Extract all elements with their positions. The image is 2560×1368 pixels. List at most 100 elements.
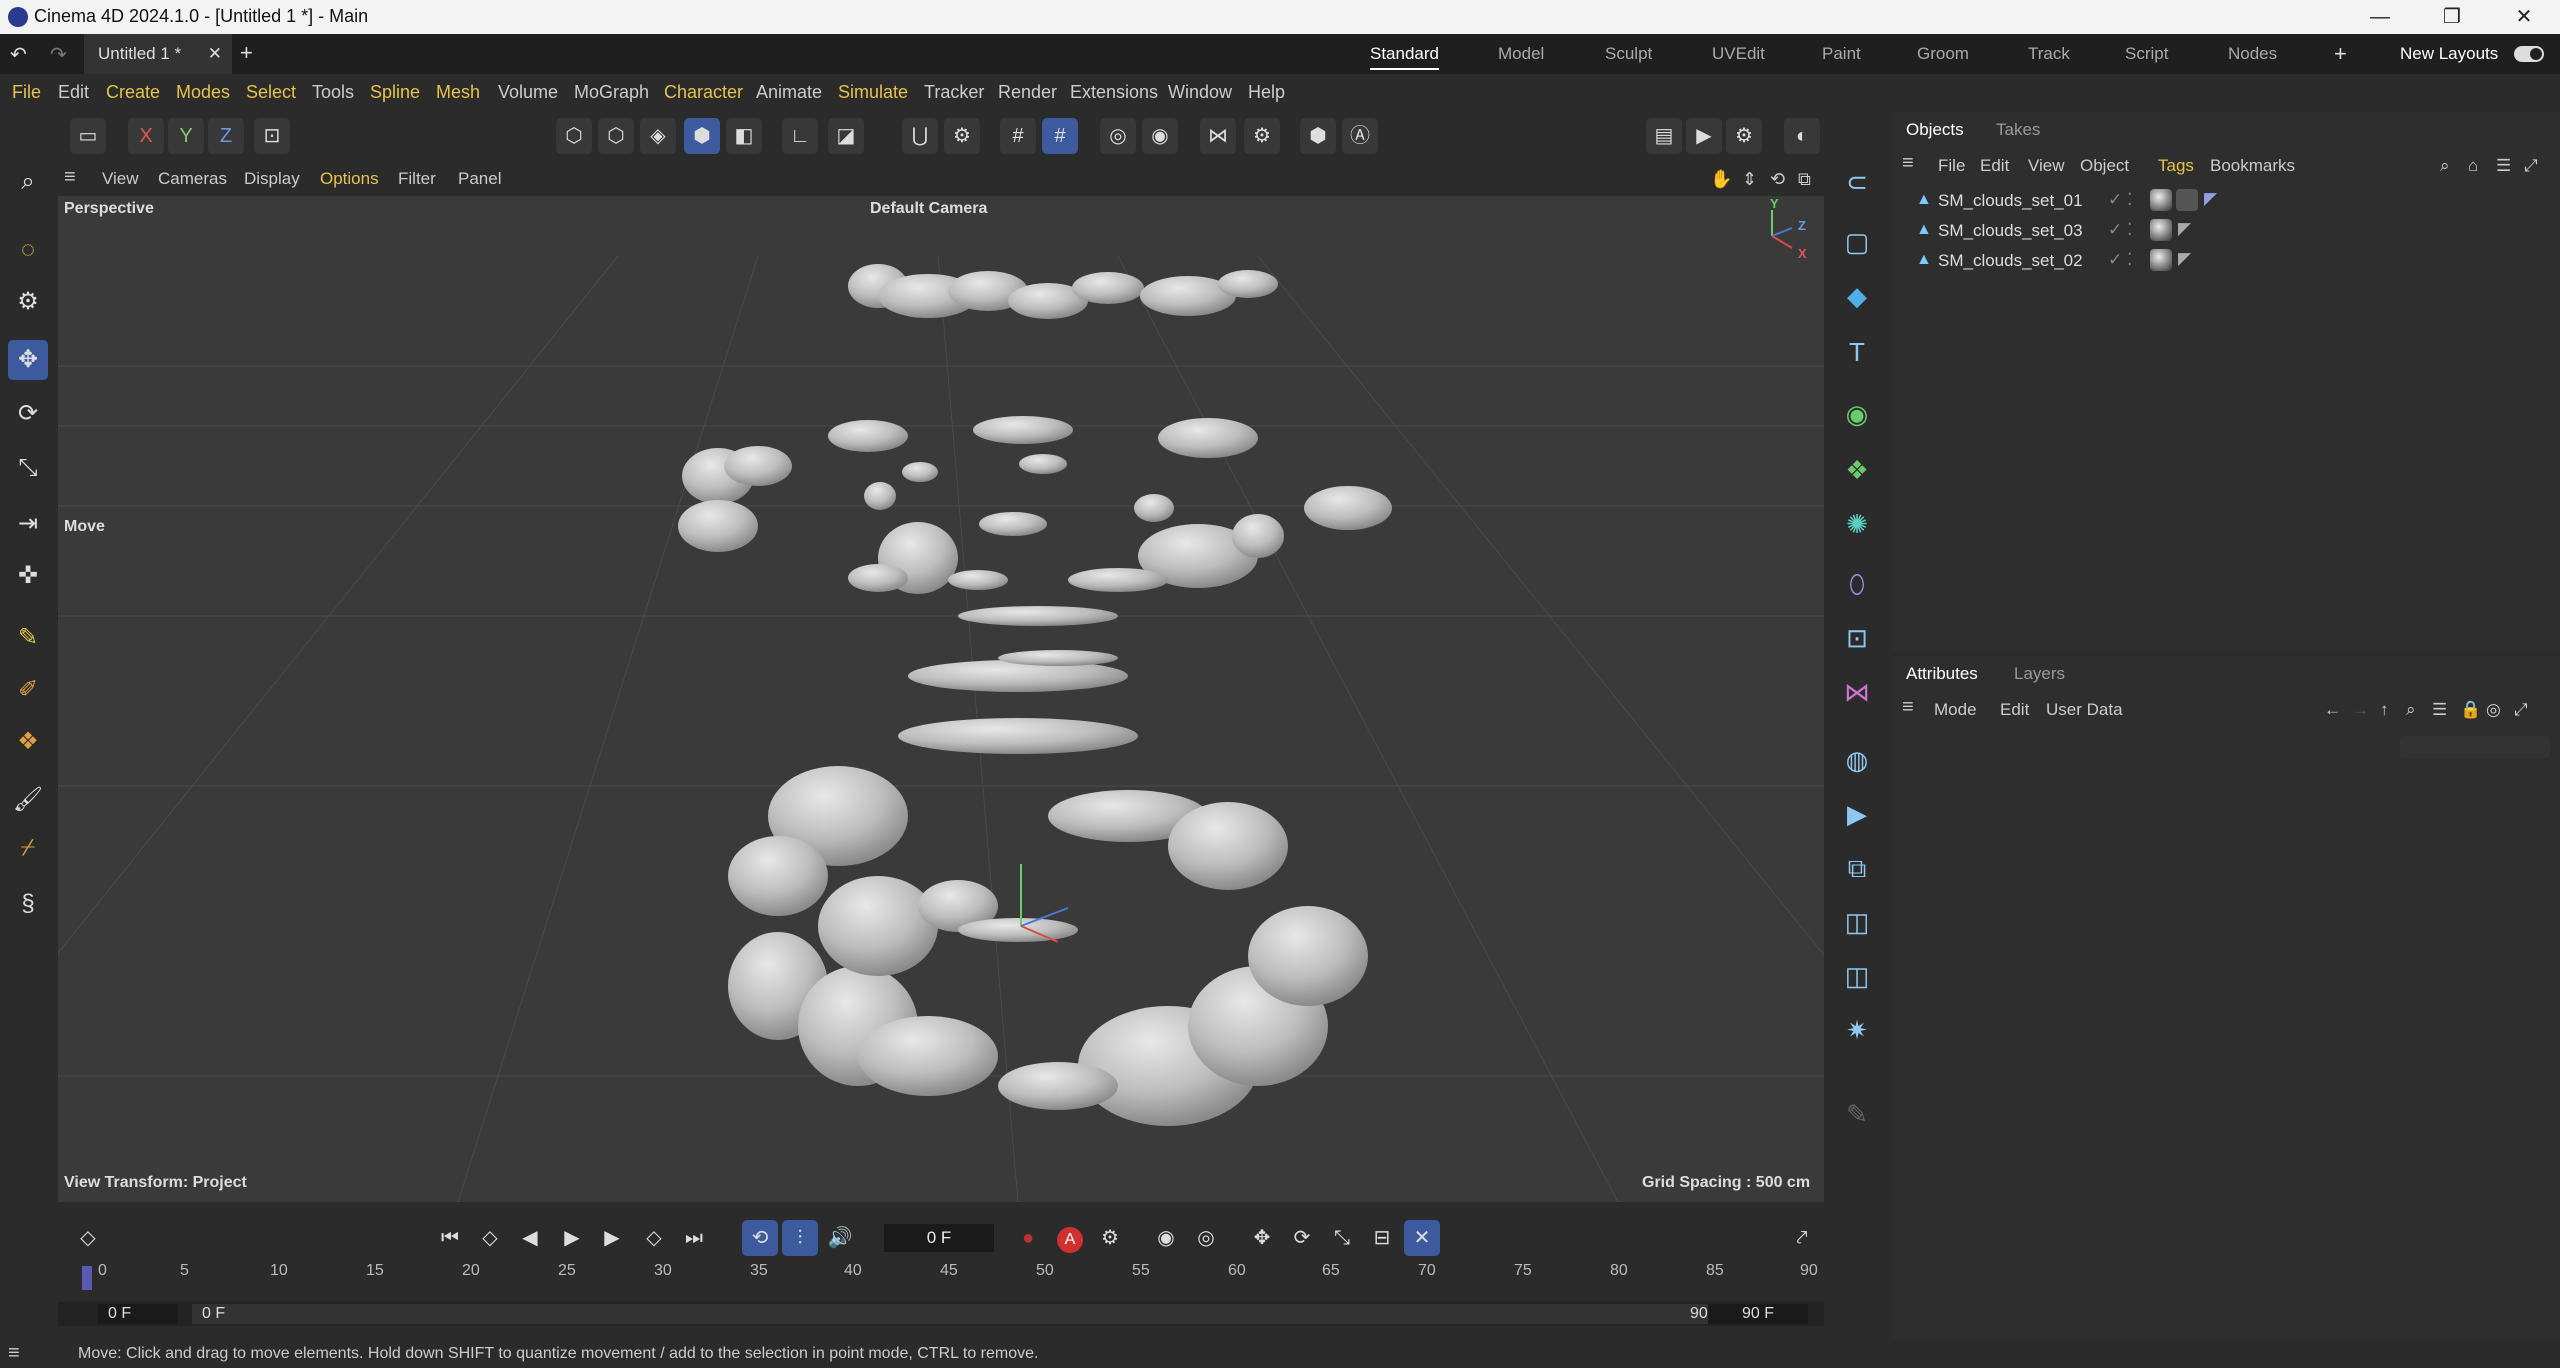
current-frame-field[interactable]: 0 F [884,1224,994,1252]
objects-menu-edit[interactable]: Edit [1980,156,2009,176]
transfer-tool-icon[interactable]: ⇥ [8,504,48,544]
subdivision-surface-icon[interactable]: ◉ [1837,394,1877,434]
spline-pen-create-icon[interactable]: ⊂ [1837,162,1877,202]
object-manager-icon[interactable]: ▭ [70,118,106,154]
layout-uvedit[interactable]: UVEdit [1712,34,1765,74]
keyframe-selection-icon[interactable]: ◉ [1148,1220,1184,1256]
points-mode-icon[interactable]: ⬡ [556,118,592,154]
new-layouts-toggle[interactable] [2514,46,2544,62]
objects-menu-file[interactable]: File [1938,156,1965,176]
close-window-button[interactable]: ✕ [2488,0,2560,34]
object-name[interactable]: SM_clouds_set_02 [1938,251,2083,271]
status-hamburger-icon[interactable]: ≡ [8,1342,20,1365]
layout-track[interactable]: Track [2028,34,2070,74]
end-frame-field[interactable]: 90 F [1708,1304,1808,1324]
object-row[interactable]: ▲ SM_clouds_set_01 ✓ ⁚ ◤ [1908,186,2548,216]
menu-extensions[interactable]: Extensions [1070,82,1158,103]
minimize-button[interactable]: — [2344,0,2416,34]
attributes-menu-mode[interactable]: Mode [1934,700,1977,720]
start-frame-field[interactable]: 0 F [98,1304,178,1324]
sculpt-tool-icon[interactable]: § [8,884,48,924]
visibility-dots-icon[interactable]: ✓ ⁚ [2108,220,2132,240]
selection-tag-icon[interactable]: ◤ [2204,189,2217,209]
field-icon[interactable]: ✺ [1837,504,1877,544]
object-row[interactable]: ▲ SM_clouds_set_03 ✓ ⁚ ◤ [1908,216,2548,246]
pla-icon[interactable]: ◎ [1188,1220,1224,1256]
previous-frame-icon[interactable]: ◀ [512,1220,548,1256]
add-layout-button[interactable]: + [2334,34,2347,74]
material-tag-icon[interactable] [2150,219,2172,241]
snap-icon[interactable]: ⋃ [902,118,938,154]
close-tab-icon[interactable]: ✕ [208,34,222,74]
viewport-hamburger-icon[interactable]: ≡ [64,166,76,189]
attributes-expand-icon[interactable]: ⤢ [2514,700,2528,720]
loop-icon[interactable]: ⟲ [742,1220,778,1256]
grid-icon[interactable]: # [1000,118,1036,154]
keyframe-icon[interactable]: ◇ [70,1220,106,1256]
null-object-icon[interactable]: ⊡ [1837,618,1877,658]
new-tab-button[interactable]: + [240,40,253,66]
workplane-icon[interactable]: # [1042,118,1078,154]
timeline-ruler[interactable]: 0 5 10 15 20 25 30 35 40 45 50 55 60 65 … [58,1262,1824,1290]
objects-menu-bookmarks[interactable]: Bookmarks [2210,156,2295,176]
go-to-end-icon[interactable]: ⏭ [676,1220,712,1256]
menu-mograph[interactable]: MoGraph [574,82,649,103]
placement-tool-icon[interactable]: ✜ [8,556,48,596]
live-selection-icon[interactable]: ◌ [8,230,48,270]
symmetry-icon[interactable]: ⋈ [1200,118,1236,154]
visibility-dots-icon[interactable]: ✓ ⁚ [2108,190,2132,210]
undo-icon[interactable]: ↶ [10,42,27,67]
scale-key-icon[interactable]: ⤡ [1324,1220,1360,1256]
environment-icon[interactable]: ◍ [1837,740,1877,780]
pan-view-icon[interactable]: ✋ [1710,169,1732,190]
layout-script[interactable]: Script [2125,34,2168,74]
layout-sculpt[interactable]: Sculpt [1605,34,1652,74]
stage-camera-icon[interactable]: ⧉ [1837,848,1877,888]
viewport-menu-view[interactable]: View [102,169,139,189]
menu-simulate[interactable]: Simulate [838,82,908,103]
object-row[interactable]: ▲ SM_clouds_set_02 ✓ ⁚ ◤ [1908,246,2548,276]
material-tag-icon[interactable] [2150,249,2172,271]
selection-tag-icon[interactable]: ◤ [2178,249,2191,269]
objects-expand-icon[interactable]: ⤢ [2524,156,2538,176]
dolly-view-icon[interactable]: ⇕ [1742,169,1757,190]
render-queue-icon[interactable]: ◐ [1784,118,1820,154]
toggle-view-icon[interactable]: ⧉ [1798,169,1811,190]
new-layouts-label[interactable]: New Layouts [2400,34,2498,74]
point-level-key-icon[interactable]: ✕ [1404,1220,1440,1256]
cloner-icon[interactable]: ❖ [1837,450,1877,490]
polygons-mode-icon[interactable]: ◈ [640,118,676,154]
object-name[interactable]: SM_clouds_set_03 [1938,221,2083,241]
play-icon[interactable]: ▶ [554,1220,590,1256]
text-object-icon[interactable]: T [1837,332,1877,372]
next-key-icon[interactable]: ◇ [636,1220,672,1256]
range-slider[interactable]: 0 F 90 F [192,1304,1752,1324]
edges-mode-icon[interactable]: ⬡ [598,118,634,154]
attributes-menu-user-data[interactable]: User Data [2046,700,2123,720]
menu-window[interactable]: Window [1168,82,1232,103]
locked-workplane-icon[interactable]: ◉ [1142,118,1178,154]
tab-layers[interactable]: Layers [2014,664,2065,684]
menu-help[interactable]: Help [1248,82,1285,103]
knife-tool-icon[interactable]: ⌿ [8,828,48,868]
sound-icon[interactable]: 🔊 [822,1220,858,1256]
symmetry-settings-icon[interactable]: ⚙ [1244,118,1280,154]
menu-edit[interactable]: Edit [58,82,89,103]
auto-key-icon[interactable]: Ⓐ [1342,118,1378,154]
brush-icon[interactable]: 🖌 [8,780,48,820]
object-name[interactable]: SM_clouds_set_01 [1938,191,2083,211]
position-key-icon[interactable]: ✥ [1244,1220,1280,1256]
viewport-menu-options[interactable]: Options [320,169,379,189]
layout-groom[interactable]: Groom [1917,34,1969,74]
up-arrow-icon[interactable]: ↑ [2380,700,2389,720]
objects-menu-tags[interactable]: Tags [2158,156,2194,176]
menu-select[interactable]: Select [246,82,296,103]
scale-tool-icon[interactable]: ⤡ [8,448,48,488]
polygon-pen-icon[interactable]: ❖ [8,722,48,762]
redo-icon[interactable]: ↷ [50,42,67,67]
tab-takes[interactable]: Takes [1996,120,2040,140]
objects-search-icon[interactable]: ⌕ [2440,156,2450,176]
attributes-hamburger-icon[interactable]: ≡ [1902,696,1914,719]
lock-z-axis-button[interactable]: Z [208,118,244,154]
objects-menu-view[interactable]: View [2028,156,2065,176]
